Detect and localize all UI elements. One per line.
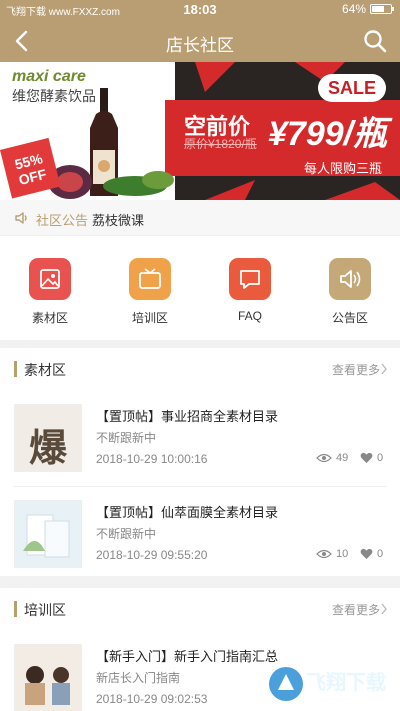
post-item[interactable]: 爆 【置顶帖】事业招商全素材目录 不断跟新中 2018-10-29 10:00:… (0, 390, 400, 486)
sale-badge: SALE (318, 74, 386, 102)
tv-icon (129, 258, 171, 300)
status-bar: 飞翔下载 www.FXXZ.com 18:03 64% (0, 0, 400, 20)
image-icon (29, 258, 71, 300)
site-watermark: 飞翔下载 www.FXXZ.com (266, 664, 396, 706)
view-count: 49 (316, 452, 348, 464)
announcement-bar[interactable]: 社区公告 荔枝微课 (0, 200, 400, 236)
grid-label: FAQ (237, 309, 262, 323)
battery-percent: 64% (341, 2, 366, 16)
announcement-text[interactable]: 荔枝微课 (92, 210, 144, 229)
post-title: 【置顶帖】仙萃面膜全素材目录 (96, 505, 279, 520)
fruit-image (48, 165, 174, 199)
grid-label: 公告区 (331, 311, 368, 325)
post-title: 【置顶帖】事业招商全素材目录 (96, 409, 279, 424)
watermark-url: www.FXXZ.com (312, 690, 384, 701)
section-title: 素材区 (24, 362, 66, 378)
promo-price: ¥799/瓶 (268, 115, 388, 153)
post-subtitle: 不断跟新中 (96, 527, 157, 541)
grid-label: 培训区 (131, 311, 168, 325)
view-count-value: 49 (336, 452, 349, 464)
post-thumbnail: 爆 (14, 404, 82, 472)
original-price: 原价¥1820/瓶 (184, 137, 257, 151)
like-count[interactable]: 0 (360, 452, 383, 464)
speaker-icon (329, 258, 371, 300)
post-title: 【新手入门】新手入门指南汇总 (96, 649, 279, 664)
eye-icon (316, 453, 332, 463)
post-subtitle: 新店长入门指南 (96, 671, 181, 685)
post-date: 2018-10-29 10:00:16 (96, 452, 208, 466)
section-header: 培训区 查看更多 (0, 588, 400, 630)
battery-fill (372, 6, 384, 12)
grid-item-notices[interactable]: 公告区 (300, 258, 400, 326)
watermark-logo-icon (269, 667, 303, 701)
grid-item-materials[interactable]: 素材区 (0, 258, 100, 326)
status-time: 18:03 (183, 2, 217, 17)
view-count-value: 10 (336, 548, 349, 560)
view-more-link[interactable]: 查看更多 (332, 601, 380, 618)
heart-icon (360, 548, 373, 559)
grid-item-training[interactable]: 培训区 (100, 258, 200, 326)
promo-banner[interactable]: maxi care 维您酵素饮品 55% OFF SALE 空前价 原价¥182… (0, 62, 400, 200)
like-count[interactable]: 0 (360, 548, 383, 560)
purchase-limit: 每人限购三瓶 (303, 161, 382, 176)
section-header: 素材区 查看更多 (0, 348, 400, 390)
thumb-character: 爆 (29, 425, 68, 470)
category-grid: 素材区 培训区 FAQ 公告区 (0, 236, 400, 340)
post-subtitle: 不断跟新中 (96, 431, 157, 445)
grid-label: 素材区 (31, 311, 68, 325)
eye-icon (316, 549, 332, 559)
like-count-value: 0 (377, 548, 384, 560)
post-thumbnail (14, 500, 82, 568)
nav-bar: 店长社区 (0, 20, 400, 62)
chevron-right-icon[interactable] (380, 363, 388, 375)
post-date: 2018-10-29 09:55:20 (96, 548, 208, 562)
post-date: 2018-10-29 09:02:53 (96, 692, 208, 706)
post-item[interactable]: 【置顶帖】仙萃面膜全素材目录 不断跟新中 2018-10-29 09:55:20… (0, 486, 400, 582)
materials-section: 素材区 查看更多 爆 【置顶帖】事业招商全素材目录 不断跟新中 2018-10-… (0, 348, 400, 576)
like-count-value: 0 (377, 452, 384, 464)
announcement-label: 社区公告 (36, 213, 89, 228)
battery-indicator: 64% (341, 2, 394, 16)
section-accent-bar (14, 361, 17, 377)
section-title: 培训区 (24, 602, 66, 618)
heart-icon (360, 452, 373, 463)
view-more-link[interactable]: 查看更多 (332, 361, 380, 378)
brand-logo: maxi care (12, 68, 86, 85)
view-count: 10 (316, 548, 348, 560)
section-accent-bar (14, 601, 17, 617)
search-icon[interactable] (362, 28, 388, 54)
post-thumbnail (14, 644, 82, 711)
chat-icon (229, 258, 271, 300)
speaker-icon (14, 210, 30, 226)
page-title: 店长社区 (166, 36, 234, 55)
chevron-right-icon[interactable] (380, 603, 388, 615)
grid-item-faq[interactable]: FAQ (200, 258, 300, 323)
battery-icon (370, 4, 394, 14)
